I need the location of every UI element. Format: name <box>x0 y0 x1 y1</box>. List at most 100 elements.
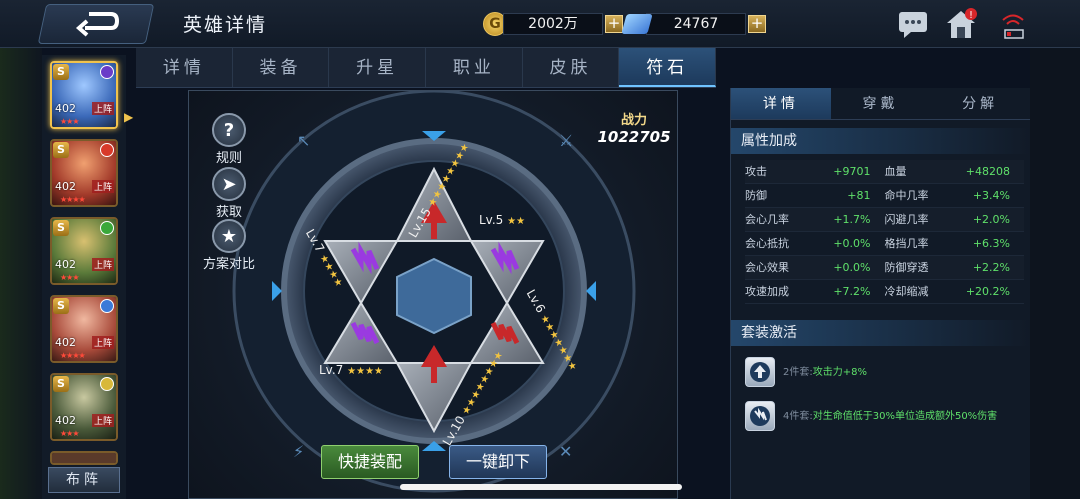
rune-level: Lv.5 ★★ <box>479 213 526 227</box>
compare-button[interactable]: ★ 方案对比 <box>203 219 255 272</box>
element-moon-icon <box>100 65 114 79</box>
grade-badge: S <box>53 64 69 80</box>
top-bar: 英雄详情 G 2002万 + 24767 + ! <box>0 0 1080 48</box>
attr-row: 攻击 +9701 血量 +48208 <box>745 160 1024 184</box>
gold-currency: G 2002万 + <box>483 11 623 37</box>
sigil-icon: ⚔ <box>559 131 573 150</box>
attr-bonus-title: 属性加成 <box>731 128 1030 154</box>
element-wind-icon <box>100 221 114 235</box>
attr-row: 攻速加成 +7.2% 冷却缩减 +20.2% <box>745 280 1024 304</box>
selected-arrow-icon: ▶ <box>124 110 134 124</box>
hero-card[interactable]: S 402 上阵 ★★★★ <box>50 295 118 363</box>
tab-class[interactable]: 职业 <box>426 48 523 87</box>
diamond-icon <box>621 14 653 34</box>
right-edge-strip <box>1030 48 1080 499</box>
cursor-icon: ➤ <box>212 167 246 201</box>
rune-level: Lv.7 ★★★★ <box>319 363 383 377</box>
hero-level: 402 <box>55 414 76 427</box>
combat-power: 战力 1022705 <box>589 91 679 146</box>
rune-board: ↖ ⚔ ⚡ ✕ ? 规则 ➤ 获取 ★ 方案对比 战力 1022705 Lv.1… <box>188 90 678 499</box>
attr-row: 会心效果 +0.0% 防御穿透 +2.2% <box>745 256 1024 280</box>
chat-icon[interactable] <box>896 8 930 40</box>
set-bonus-row: 2件套:攻击力+8% <box>745 354 1030 390</box>
hero-card[interactable]: S 402 上阵 ★★★ <box>50 61 118 129</box>
hero-card[interactable]: S 402 上阵 ★★★★ <box>50 139 118 207</box>
grade-badge: S <box>53 142 69 158</box>
hero-card[interactable] <box>50 451 118 465</box>
question-icon: ? <box>212 113 246 147</box>
left-edge-strip <box>0 0 42 499</box>
tab-skin[interactable]: 皮肤 <box>523 48 620 87</box>
attack-set-icon <box>745 357 775 387</box>
hero-level: 402 <box>55 102 76 115</box>
rune-info-panel: 详情 穿戴 分解 属性加成 攻击 +9701 血量 +48208 防御 +81 命中几… <box>730 88 1030 499</box>
obtain-button[interactable]: ➤ 获取 <box>209 167 249 220</box>
formation-button[interactable]: 布阵 <box>48 467 120 493</box>
info-tabs: 详情 穿戴 分解 <box>731 88 1030 120</box>
grade-badge: S <box>53 220 69 236</box>
hero-card[interactable]: S 402 上阵 ★★★ <box>50 373 118 441</box>
hero-card[interactable]: S 402 上阵 ★★★ <box>50 217 118 285</box>
tab-star-up[interactable]: 升星 <box>329 48 427 87</box>
hero-stars: ★★★ <box>60 117 79 126</box>
add-gem-button[interactable]: + <box>748 15 766 33</box>
tab-runes[interactable]: 符石 <box>619 48 717 87</box>
rules-button[interactable]: ? 规则 <box>209 113 249 166</box>
sigil-icon: ↖ <box>297 131 310 150</box>
deployed-tag: 上阵 <box>91 414 114 427</box>
set-activation-title: 套装激活 <box>731 320 1030 346</box>
deployed-tag: 上阵 <box>91 336 114 349</box>
obtain-label: 获取 <box>215 205 242 220</box>
unequip-all-button[interactable]: 一键卸下 <box>449 445 547 479</box>
element-lightning-icon <box>100 377 114 391</box>
tab-equipment[interactable]: 装备 <box>233 48 330 87</box>
tab-info-decompose[interactable]: 分解 <box>930 88 1030 119</box>
add-gold-button[interactable]: + <box>605 15 623 33</box>
hero-list: S 402 上阵 ★★★ S 402 上阵 ★★★★ S 402 上阵 ★★★ … <box>42 55 126 499</box>
rules-label: 规则 <box>215 151 242 166</box>
home-icon[interactable]: ! <box>944 8 978 40</box>
signal-icon <box>996 8 1030 40</box>
set-bonus-row: 4件套:对生命值低于30%单位造成额外50%伤害 <box>745 398 1030 434</box>
element-water-icon <box>100 299 114 313</box>
hero-stars: ★★★ <box>60 429 79 438</box>
quick-equip-button[interactable]: 快捷装配 <box>321 445 419 479</box>
back-arrow-icon <box>75 12 119 37</box>
attr-row: 会心几率 +1.7% 闪避几率 +2.0% <box>745 208 1024 232</box>
attr-row: 防御 +81 命中几率 +3.4% <box>745 184 1024 208</box>
sigil-icon: ⚡ <box>293 442 304 461</box>
gem-value: 24767 <box>646 13 746 35</box>
power-label: 战力 <box>620 113 647 128</box>
tab-details[interactable]: 详情 <box>136 48 233 87</box>
deployed-tag: 上阵 <box>91 102 114 115</box>
tab-info-wear[interactable]: 穿戴 <box>831 88 931 119</box>
hero-level: 402 <box>55 180 76 193</box>
set-bonus-text: 2件套:攻击力+8% <box>783 366 867 378</box>
grade-badge: S <box>53 298 69 314</box>
svg-text:!: ! <box>969 10 973 21</box>
attr-row: 会心抵抗 +0.0% 格挡几率 +6.3% <box>745 232 1024 256</box>
sigil-icon: ✕ <box>559 442 572 461</box>
page-title: 英雄详情 <box>183 14 268 36</box>
hero-level: 402 <box>55 258 76 271</box>
element-fire-icon <box>100 143 114 157</box>
set-bonus-text: 4件套:对生命值低于30%单位造成额外50%伤害 <box>783 410 998 422</box>
home-indicator <box>400 484 682 490</box>
back-button[interactable] <box>37 4 155 44</box>
crit-set-icon <box>745 401 775 431</box>
deployed-tag: 上阵 <box>91 258 114 271</box>
power-value: 1022705 <box>597 128 671 146</box>
gem-currency: 24767 + <box>621 11 766 37</box>
hero-stars: ★★★ <box>60 273 79 282</box>
compare-label: 方案对比 <box>202 257 255 272</box>
rune-wheel: ↖ ⚔ ⚡ ✕ <box>232 91 636 493</box>
hero-stars: ★★★★ <box>60 195 86 204</box>
star-icon: ★ <box>212 219 246 253</box>
tab-info-details[interactable]: 详情 <box>731 88 831 119</box>
attribute-table: 攻击 +9701 血量 +48208 防御 +81 命中几率 +3.4% 会心几率 +1.… <box>745 160 1024 304</box>
gold-value: 2002万 <box>503 13 603 35</box>
hero-level: 402 <box>55 336 76 349</box>
hero-stars: ★★★★ <box>60 351 86 360</box>
main-tabs: 详情 装备 升星 职业 皮肤 符石 <box>136 48 717 88</box>
hero-portrait <box>52 453 116 463</box>
